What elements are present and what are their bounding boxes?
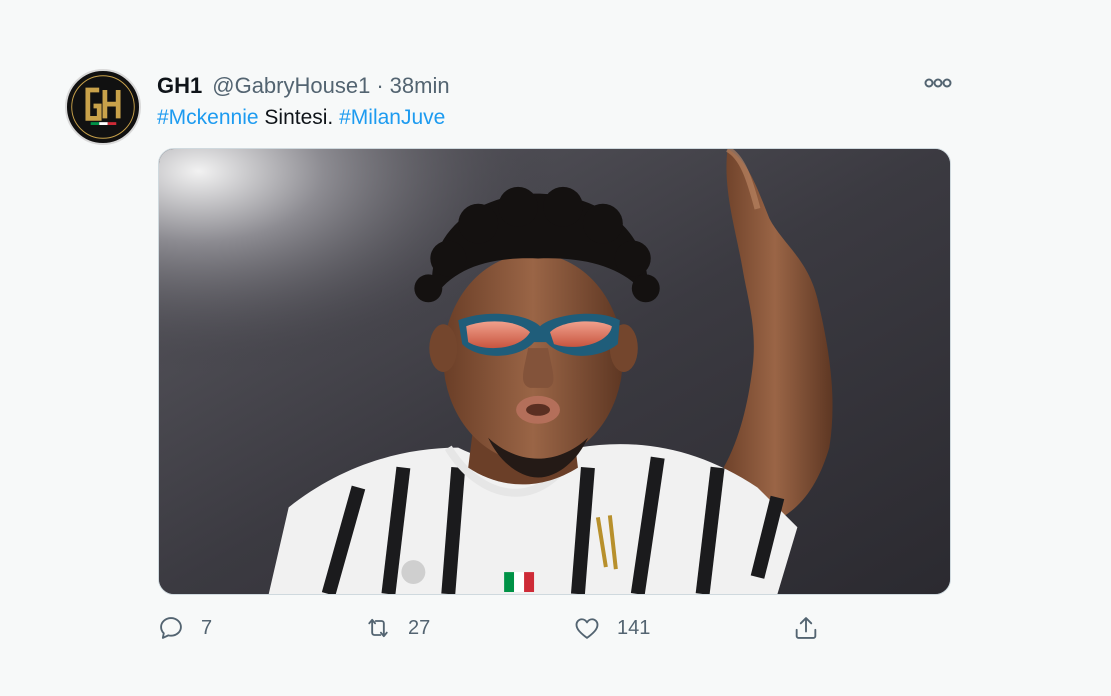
reply-icon [160, 617, 182, 639]
avatar[interactable] [65, 69, 141, 145]
tweet-actions: 7 27 141 [0, 610, 1111, 646]
tweet-card[interactable]: GH1 @GabryHouse1 · 38min #Mckennie Sinte… [0, 0, 1111, 696]
more-options-button[interactable] [918, 70, 958, 96]
photo-image [159, 149, 950, 594]
like-count: 141 [617, 616, 651, 639]
heart-icon [575, 618, 599, 639]
tweet-photo[interactable] [158, 148, 951, 595]
hashtag-link[interactable]: #MilanJuve [339, 106, 445, 129]
share-icon [795, 617, 817, 639]
retweet-button[interactable]: 27 [364, 610, 430, 646]
timestamp[interactable]: 38min [390, 72, 450, 100]
display-name[interactable]: GH1 [157, 72, 202, 100]
retweet-icon [368, 618, 388, 638]
separator-dot: · [376, 73, 384, 98]
user-handle[interactable]: @GabryHouse1 [212, 72, 370, 100]
reply-button[interactable]: 7 [157, 610, 212, 646]
retweet-count: 27 [408, 616, 431, 639]
like-button[interactable]: 141 [573, 610, 650, 646]
reply-count: 7 [201, 616, 213, 639]
tweet-text: #Mckennie Sintesi. #MilanJuve [157, 104, 445, 132]
tweet-header: GH1 @GabryHouse1 · 38min [157, 72, 450, 100]
hashtag-link[interactable]: #Mckennie [157, 106, 259, 129]
gh-logo-icon [68, 72, 138, 142]
tweet-text-body: Sintesi. [258, 106, 340, 129]
more-horizontal-icon [924, 78, 952, 88]
share-button[interactable] [792, 610, 820, 646]
